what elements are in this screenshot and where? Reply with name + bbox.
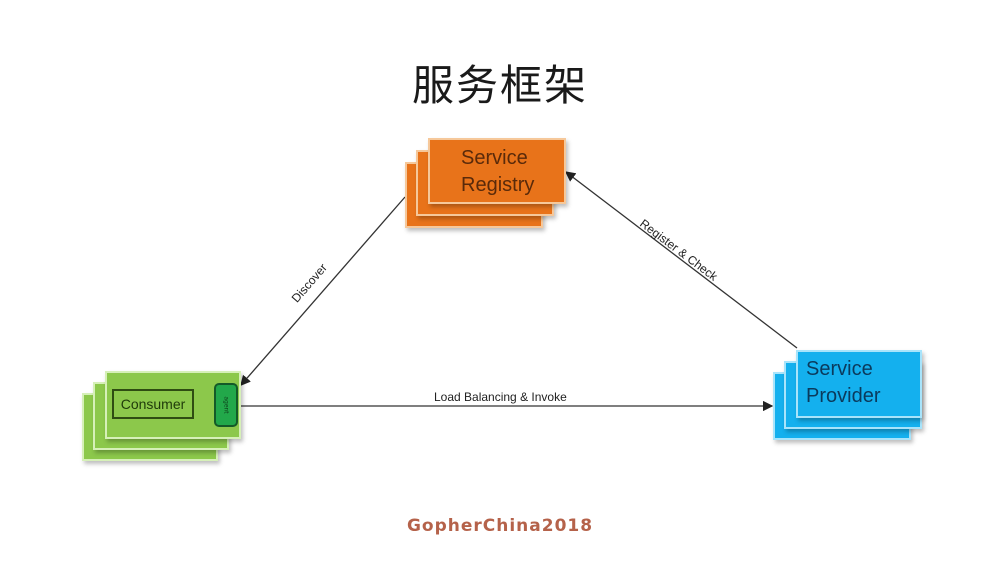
- agent-node: agent: [214, 383, 238, 427]
- invoke-label: Load Balancing & Invoke: [434, 390, 567, 404]
- connector-lines: [194, 171, 798, 412]
- discover-arrow: [240, 196, 406, 386]
- footer-brand: GopherChina2018: [406, 516, 594, 536]
- registry-label-line2: Registry: [461, 174, 535, 196]
- registry-label-line1: Service: [461, 147, 528, 169]
- consumer-label: Consumer: [120, 396, 186, 412]
- consumer-label-box: Consumer: [112, 389, 194, 419]
- provider-label-line2: Provider: [806, 385, 881, 407]
- agent-label: agent: [222, 396, 230, 414]
- provider-label-line1: Service: [806, 358, 873, 380]
